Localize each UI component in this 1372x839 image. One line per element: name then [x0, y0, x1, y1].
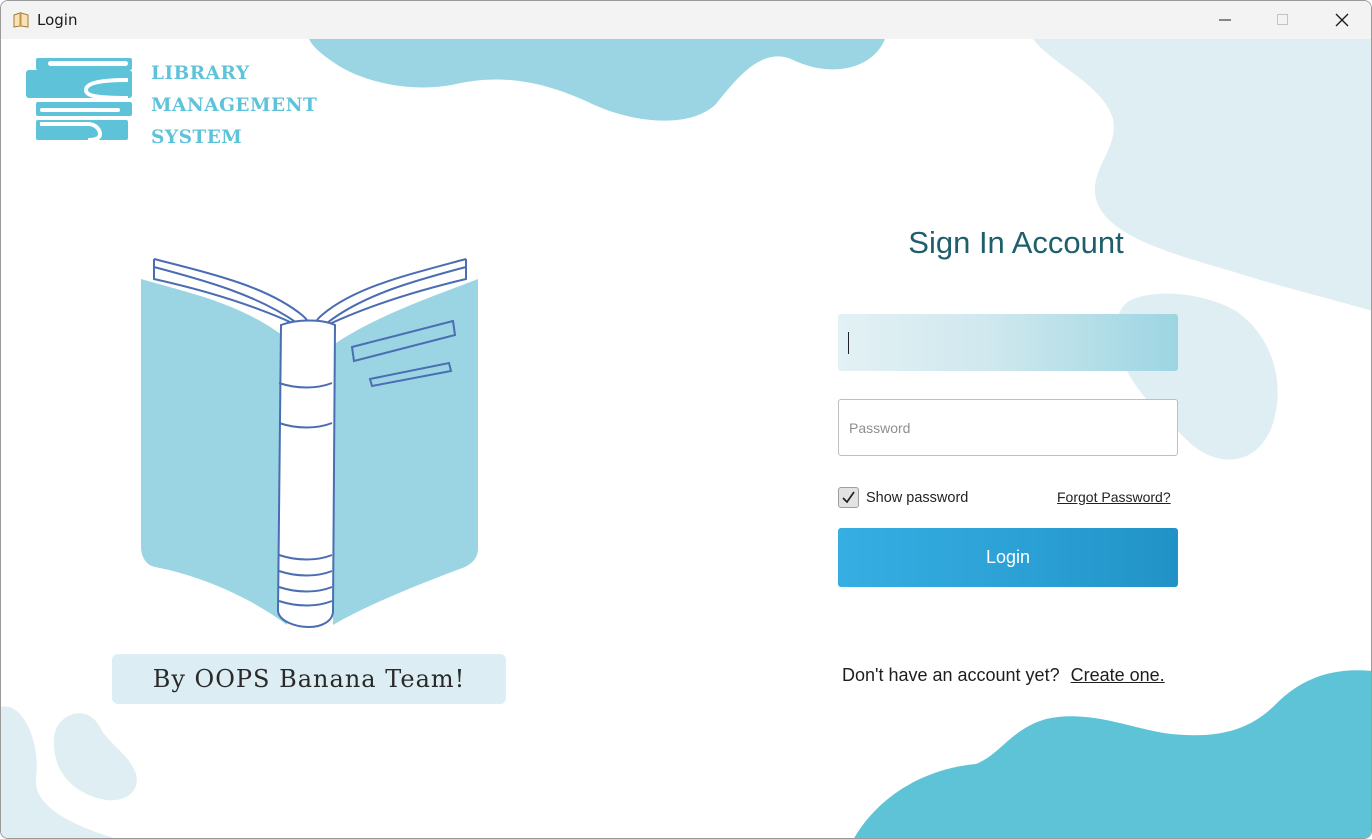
close-button[interactable]	[1313, 1, 1371, 39]
no-account-text: Don't have an account yet?	[842, 665, 1060, 685]
show-password-label[interactable]: Show password	[866, 490, 968, 506]
title-bar[interactable]: Login	[1, 1, 1371, 39]
password-input[interactable]	[838, 399, 1178, 456]
forgot-password-link[interactable]: Forgot Password?	[1057, 489, 1171, 505]
login-button[interactable]: Login	[838, 528, 1178, 587]
logo-line-management: MANAGEMENT	[151, 95, 318, 116]
bottom-right-blob	[854, 670, 1371, 838]
window-title: Login	[37, 11, 78, 29]
top-right-blob	[1033, 39, 1371, 311]
top-center-blob	[309, 39, 885, 121]
maximize-button[interactable]	[1254, 1, 1312, 39]
username-input[interactable]	[838, 314, 1178, 371]
minimize-icon	[1219, 19, 1231, 21]
bottom-left-small-blob	[53, 713, 137, 801]
team-tag: By OOPS Banana Team!	[112, 654, 506, 704]
logo-line-system: SYSTEM	[151, 127, 243, 148]
maximize-icon	[1277, 14, 1288, 25]
show-password-checkbox[interactable]	[838, 487, 859, 508]
logo-line-library: LIBRARY	[151, 63, 250, 84]
minimize-button[interactable]	[1196, 1, 1254, 39]
checkmark-icon	[842, 491, 855, 504]
login-content: LIBRARY MANAGEMENT SYSTEM By OOPS Banana…	[1, 39, 1371, 838]
text-caret	[848, 332, 849, 354]
open-book-illustration	[141, 258, 478, 629]
app-logo-text: LIBRARY MANAGEMENT SYSTEM	[151, 58, 317, 154]
book-icon	[13, 12, 29, 28]
sign-in-title: Sign In Account	[908, 225, 1124, 260]
signup-prompt: Don't have an account yet? Create one.	[842, 665, 1165, 686]
login-window: Login LIBRARY MANAGEMENT SYSTEM By OOPS …	[0, 0, 1372, 839]
create-account-link[interactable]: Create one.	[1071, 665, 1165, 685]
show-password-toggle[interactable]: Show password	[838, 487, 968, 508]
library-logo-icon	[26, 58, 132, 142]
close-icon	[1335, 13, 1349, 27]
